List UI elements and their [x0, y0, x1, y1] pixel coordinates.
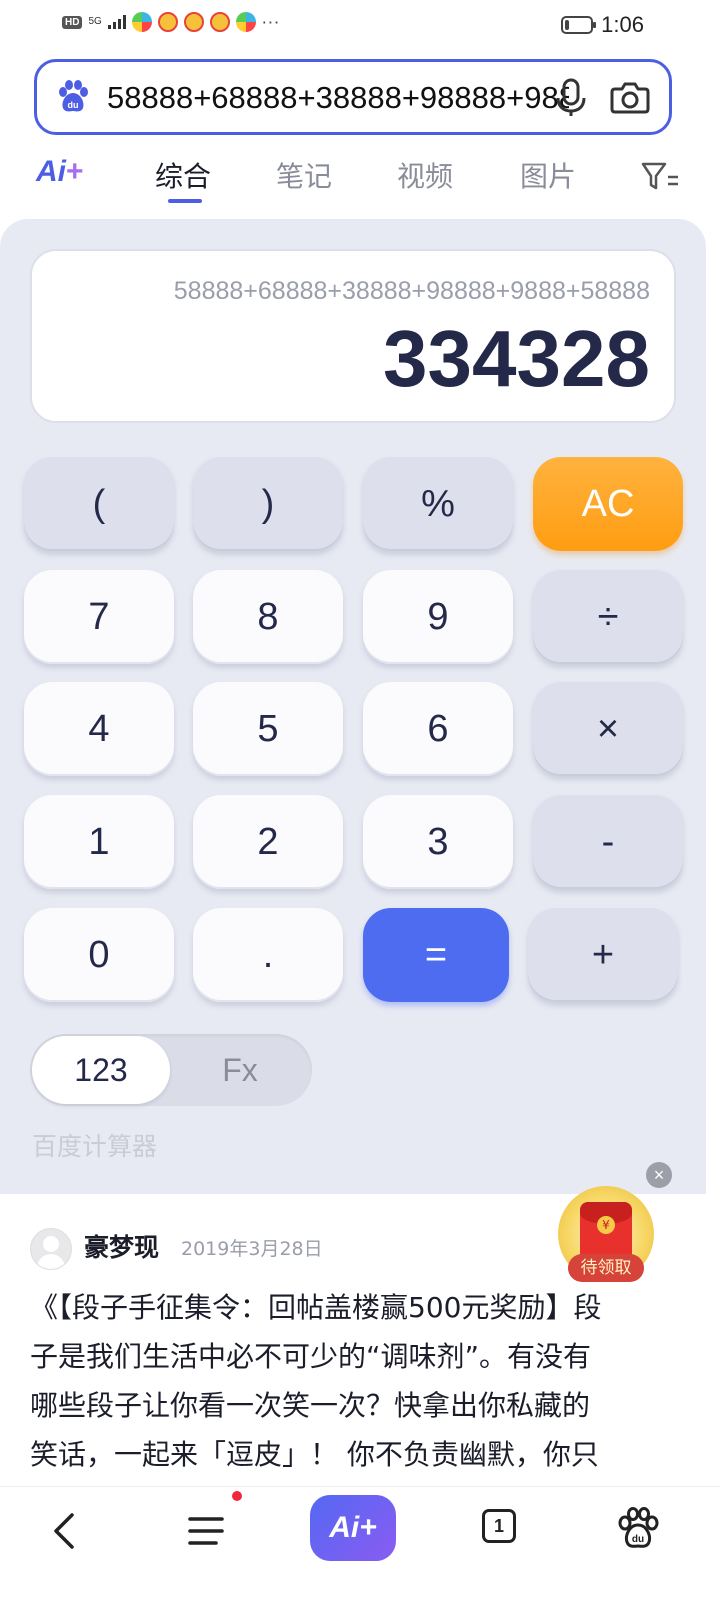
red-envelope-label: 待领取 [568, 1254, 644, 1282]
baidu-home-icon[interactable]: du [616, 1507, 660, 1551]
calculator-mode-toggle[interactable]: 123 Fx [30, 1034, 312, 1106]
avatar-body [37, 1254, 65, 1269]
more-notifications-icon: ··· [261, 12, 281, 32]
post-username[interactable]: 豪梦现 [84, 1228, 159, 1264]
battery-icon [561, 16, 597, 34]
baidu-paw-icon[interactable]: du [55, 79, 91, 115]
tab-count-icon[interactable]: 1 [482, 1509, 516, 1543]
key-equals[interactable]: = [363, 908, 509, 1002]
close-icon[interactable]: × [646, 1162, 672, 1188]
status-bar: HD 5G ··· 1:06 [0, 0, 720, 52]
key-all-clear[interactable]: AC [533, 457, 683, 551]
signal-icon [107, 15, 126, 29]
key-6[interactable]: 6 [363, 682, 513, 776]
ai-logo-text: Ai [36, 155, 66, 188]
back-icon[interactable] [44, 1509, 88, 1553]
key-divide[interactable]: ÷ [533, 570, 683, 664]
app-notification-icon [131, 12, 152, 32]
bottom-nav: Ai+ 1 du [0, 1486, 720, 1601]
weibo-icon [209, 12, 230, 32]
filter-icon[interactable] [640, 159, 680, 193]
key-9[interactable]: 9 [363, 570, 513, 664]
mode-basic[interactable]: 123 [32, 1036, 170, 1104]
ai-plus-logo[interactable]: Ai+ [36, 155, 84, 189]
key-0[interactable]: 0 [24, 908, 174, 1002]
post-content[interactable]: 《【段子手征集令：回帖盖楼赢500元奖励】段 子是我们生活中必不可少的“调味剂”… [30, 1283, 680, 1479]
key-decimal[interactable]: . [193, 908, 343, 1002]
svg-text:du: du [68, 100, 79, 110]
avatar[interactable] [30, 1228, 72, 1270]
weibo-icon [157, 12, 178, 32]
hd-badge: HD [62, 15, 83, 29]
mode-function[interactable]: Fx [170, 1036, 310, 1104]
key-7[interactable]: 7 [24, 570, 174, 664]
search-tabs: Ai+ 综合 笔记 视频 图片 [0, 145, 720, 215]
key-3[interactable]: 3 [363, 795, 513, 889]
avatar-head [43, 1236, 59, 1252]
key-5[interactable]: 5 [193, 682, 343, 776]
network-type: 5G [88, 16, 102, 27]
calculator-display: 58888+68888+38888+98888+9888+58888 33432… [30, 249, 676, 423]
tab-all[interactable]: 综合 [155, 155, 211, 195]
tab-video[interactable]: 视频 [397, 155, 453, 195]
menu-icon[interactable] [186, 1511, 226, 1551]
key-close-paren[interactable]: ) [193, 457, 343, 551]
key-add[interactable]: + [528, 908, 678, 1002]
search-input[interactable]: 58888+68888+38888+98888+9888+58888 [107, 78, 569, 118]
calculator-brand: 百度计算器 [32, 1132, 158, 1161]
svg-text:du: du [632, 1534, 644, 1545]
calculator-card: 58888+68888+38888+98888+9888+58888 33432… [0, 219, 706, 1194]
camera-icon[interactable] [609, 76, 651, 118]
ai-logo-plus: + [66, 155, 84, 188]
key-percent[interactable]: % [363, 457, 513, 551]
notification-dot [232, 1491, 242, 1501]
key-subtract[interactable]: - [533, 795, 683, 889]
calculator-result: 334328 [383, 314, 650, 403]
calculator-expression: 58888+68888+38888+98888+9888+58888 [173, 277, 650, 305]
key-1[interactable]: 1 [24, 795, 174, 889]
clock: 1:06 [601, 12, 644, 37]
post-line: 笑话，一起来「逗皮」！ 你不负责幽默，你只 [30, 1438, 599, 1471]
red-envelope-badge[interactable]: ¥ 待领取 [558, 1186, 654, 1282]
microphone-icon[interactable] [551, 76, 591, 118]
key-8[interactable]: 8 [193, 570, 343, 664]
key-2[interactable]: 2 [193, 795, 343, 889]
tab-notes[interactable]: 笔记 [276, 155, 332, 195]
post-date: 2019年3月28日 [181, 1238, 323, 1260]
active-tab-indicator [168, 199, 202, 203]
key-4[interactable]: 4 [24, 682, 174, 776]
key-multiply[interactable]: × [533, 682, 683, 776]
status-left: HD 5G ··· [62, 12, 280, 32]
coin-icon: ¥ [597, 1216, 615, 1234]
post-line: 哪些段子让你看一次笑一次？快拿出你私藏的 [30, 1389, 591, 1422]
post-line: 《【段子手征集令：回帖盖楼赢500元奖励】段 [30, 1291, 602, 1324]
tab-images[interactable]: 图片 [520, 155, 576, 195]
ai-assistant-button[interactable]: Ai+ [310, 1495, 396, 1561]
search-bar[interactable]: du 58888+68888+38888+98888+9888+58888 [34, 59, 672, 135]
key-open-paren[interactable]: ( [24, 457, 174, 551]
app-notification-icon [235, 12, 256, 32]
weibo-icon [183, 12, 204, 32]
status-right: 1:06 [561, 12, 644, 38]
battery-level [565, 20, 570, 30]
post-line: 子是我们生活中必不可少的“调味剂”。有没有 [30, 1340, 592, 1373]
